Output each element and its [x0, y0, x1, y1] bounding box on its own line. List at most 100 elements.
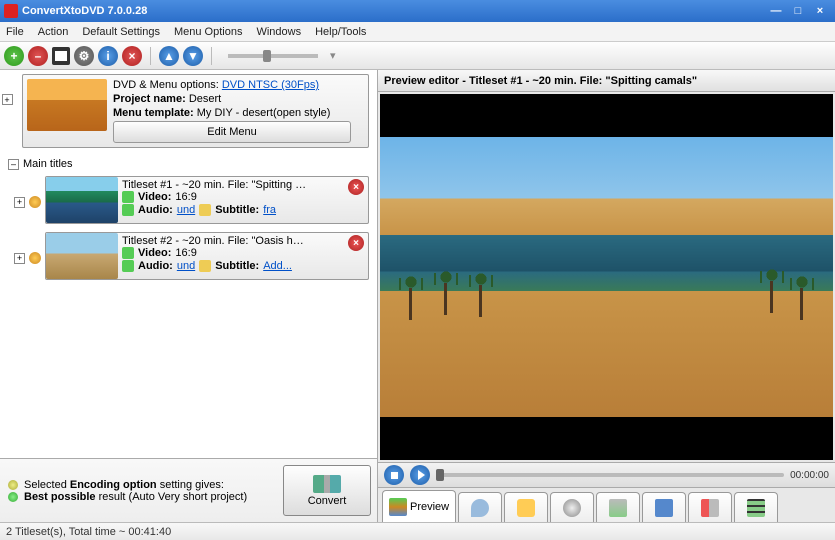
project-name-value: Desert: [189, 93, 221, 105]
add-button[interactable]: +: [4, 46, 24, 66]
scissors-icon: [701, 499, 719, 517]
main-titles-label: Main titles: [23, 158, 73, 170]
info-icon[interactable]: i: [98, 46, 118, 66]
separator: [211, 47, 212, 65]
menu-menu-options[interactable]: Menu Options: [174, 26, 242, 38]
preview-header: Preview editor - Titleset #1 - ~20 min. …: [378, 70, 835, 92]
tab-chapters[interactable]: [550, 492, 594, 522]
menu-file[interactable]: File: [6, 26, 24, 38]
menu-help-tools[interactable]: Help/Tools: [315, 26, 366, 38]
audio-label: Audio:: [138, 204, 173, 216]
menu-windows[interactable]: Windows: [256, 26, 301, 38]
video-value: 16:9: [175, 191, 196, 203]
tab-output[interactable]: [734, 492, 778, 522]
remove-button[interactable]: –: [28, 46, 48, 66]
film-icon: [747, 499, 765, 517]
video-value: 16:9: [175, 247, 196, 259]
separator: [150, 47, 151, 65]
delete-icon[interactable]: ×: [122, 46, 142, 66]
titleset-row[interactable]: × Titleset #2 - ~20 min. File: "Oasis he…: [45, 232, 369, 280]
tab-subtitles[interactable]: [504, 492, 548, 522]
menu-default-settings[interactable]: Default Settings: [82, 26, 160, 38]
right-panel: Preview editor - Titleset #1 - ~20 min. …: [378, 70, 835, 522]
menu-template-label: Menu template:: [113, 107, 194, 119]
stop-button[interactable]: [384, 465, 404, 485]
tab-cut[interactable]: [688, 492, 732, 522]
minimize-button[interactable]: —: [765, 3, 787, 19]
tab-audio[interactable]: [458, 492, 502, 522]
seek-slider[interactable]: [436, 473, 784, 477]
subtitle-label: Subtitle:: [215, 204, 259, 216]
preview-image: [380, 137, 833, 417]
gear-icon[interactable]: [29, 252, 41, 264]
main-titles-node[interactable]: – Main titles: [8, 158, 369, 170]
clock-icon: [563, 499, 581, 517]
titleset-title: Titleset #2 - ~20 min. File: "Oasis here…: [122, 235, 307, 247]
audio-icon: [122, 260, 134, 272]
titleset-row[interactable]: × Titleset #1 - ~20 min. File: "Spitting…: [45, 176, 369, 224]
convert-icon: [313, 475, 341, 493]
move-up-icon[interactable]: ▲: [159, 46, 179, 66]
remove-titleset-icon[interactable]: ×: [348, 179, 364, 195]
dropdown-icon[interactable]: ▾: [330, 49, 336, 62]
quality-dots: [8, 480, 18, 502]
playback-bar: 00:00:00: [378, 462, 835, 488]
collapse-toggle[interactable]: –: [8, 159, 19, 170]
video-icon: [122, 247, 134, 259]
expand-toggle[interactable]: +: [2, 94, 13, 105]
tab-bar: Preview: [378, 488, 835, 522]
toolbar: + – ⚙ i × ▲ ▼ ▾: [0, 42, 835, 70]
video-label: Video:: [138, 191, 171, 203]
menubar: File Action Default Settings Menu Option…: [0, 22, 835, 42]
menu-action[interactable]: Action: [38, 26, 69, 38]
caption-icon: [517, 499, 535, 517]
tab-image[interactable]: [596, 492, 640, 522]
tab-crop[interactable]: [642, 492, 686, 522]
dvd-options-box: DVD & Menu options: DVD NTSC (30Fps) Pro…: [22, 74, 369, 148]
gear-icon[interactable]: [29, 196, 41, 208]
app-icon: [4, 4, 18, 18]
close-button[interactable]: ×: [809, 3, 831, 19]
subtitle-link[interactable]: Add...: [263, 260, 292, 272]
audio-link[interactable]: und: [177, 204, 195, 216]
music-note-icon: [471, 499, 489, 517]
preview-viewport[interactable]: [380, 94, 833, 460]
expand-toggle[interactable]: +: [14, 197, 25, 208]
timecode: 00:00:00: [790, 470, 829, 481]
statusbar: 2 Titleset(s), Total time ~ 00:41:40: [0, 522, 835, 540]
play-button[interactable]: [410, 465, 430, 485]
menu-template-value: My DIY - desert(open style): [197, 107, 331, 119]
left-footer: Selected Encoding option setting gives: …: [0, 458, 377, 522]
remove-titleset-icon[interactable]: ×: [348, 235, 364, 251]
menu-thumbnail: [27, 79, 107, 131]
settings-icon[interactable]: ⚙: [74, 46, 94, 66]
zoom-slider[interactable]: [228, 54, 318, 58]
titleset-thumbnail: [46, 233, 118, 279]
save-button[interactable]: [52, 47, 70, 65]
audio-icon: [122, 204, 134, 216]
subtitle-link[interactable]: fra: [263, 204, 276, 216]
dvd-options-link[interactable]: DVD NTSC (30Fps): [222, 79, 319, 91]
expand-toggle[interactable]: +: [14, 253, 25, 264]
titleset-title: Titleset #1 - ~20 min. File: "Spitting c…: [122, 179, 307, 191]
move-down-icon[interactable]: ▼: [183, 46, 203, 66]
video-icon: [122, 191, 134, 203]
video-label: Video:: [138, 247, 171, 259]
titleset-thumbnail: [46, 177, 118, 223]
dvd-options-label: DVD & Menu options:: [113, 79, 219, 91]
convert-button[interactable]: Convert: [283, 465, 371, 516]
preview-icon: [389, 498, 407, 516]
titleset-tree: – Main titles + × Titleset #1 - ~20 min.…: [0, 152, 377, 458]
left-panel: + DVD & Menu options: DVD NTSC (30Fps) P…: [0, 70, 378, 522]
subtitle-icon: [199, 260, 211, 272]
audio-label: Audio:: [138, 260, 173, 272]
project-name-label: Project name:: [113, 93, 186, 105]
status-text: 2 Titleset(s), Total time ~ 00:41:40: [6, 526, 171, 538]
edit-menu-button[interactable]: Edit Menu: [113, 121, 351, 143]
titlebar: ConvertXtoDVD 7.0.0.28 — □ ×: [0, 0, 835, 22]
audio-link[interactable]: und: [177, 260, 195, 272]
tab-preview[interactable]: Preview: [382, 490, 456, 522]
window-title: ConvertXtoDVD 7.0.0.28: [22, 5, 765, 17]
subtitle-icon: [199, 204, 211, 216]
maximize-button[interactable]: □: [787, 3, 809, 19]
